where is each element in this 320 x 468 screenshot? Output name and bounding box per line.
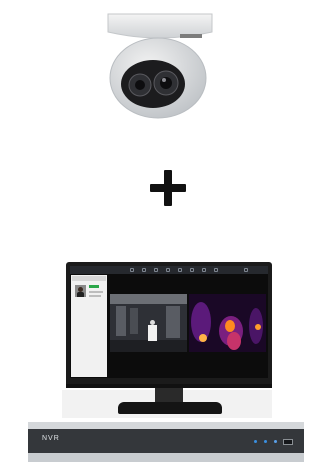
thermal-turret-camera-icon — [107, 13, 213, 119]
toolbar-icon — [214, 268, 218, 272]
face-capture-thumbnail — [75, 285, 86, 297]
monitor-stand-base — [118, 402, 222, 414]
toolbar-icon — [142, 268, 146, 272]
app-toolbar — [70, 266, 268, 274]
status-led — [254, 440, 257, 443]
toolbar-icon — [154, 268, 158, 272]
info-line — [89, 295, 101, 297]
monitor — [66, 262, 272, 388]
alarm-side-panel — [71, 275, 107, 377]
nvr-label: NVR — [42, 435, 60, 442]
thermal-view — [189, 294, 266, 352]
status-led — [264, 440, 267, 443]
toolbar-icon — [190, 268, 194, 272]
toolbar-icon — [244, 268, 248, 272]
usb-port — [283, 439, 293, 445]
toolbar-icon — [202, 268, 206, 272]
plus-icon-bar — [150, 184, 186, 192]
nvr-recorder: NVR — [28, 422, 304, 462]
toolbar-icon — [130, 268, 134, 272]
info-line — [89, 291, 103, 293]
panel-tabs — [72, 276, 106, 281]
match-badge — [89, 285, 99, 288]
monitor-screen — [70, 266, 268, 378]
toolbar-icon — [178, 268, 182, 272]
toolbar-icon — [166, 268, 170, 272]
nvr-front-panel: NVR — [28, 429, 304, 453]
status-led — [274, 440, 277, 443]
visible-light-view — [110, 294, 187, 352]
